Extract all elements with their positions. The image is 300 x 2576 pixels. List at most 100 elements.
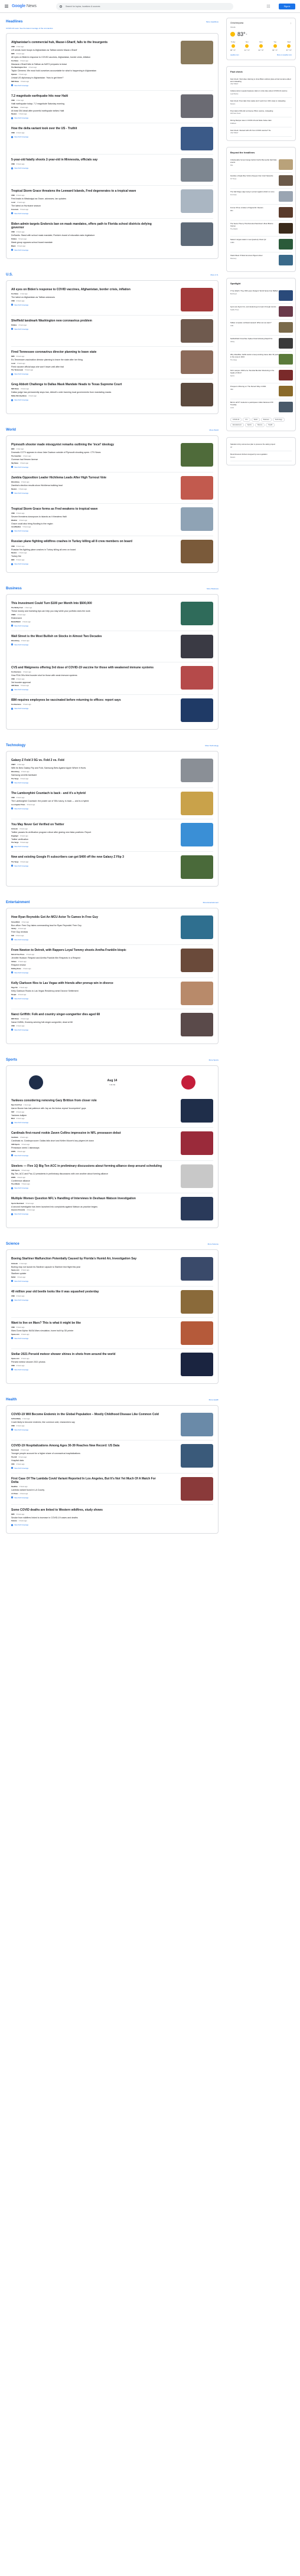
sub-source[interactable]: The Guardian: [11, 455, 21, 457]
sub-headline[interactable]: Ex-Tennessee vaccination director planni…: [11, 359, 164, 362]
game-score-card[interactable]: Aug 14 7:05 PM: [11, 1069, 213, 1095]
story-source[interactable]: Gizmodo: [11, 1263, 18, 1265]
story-thumbnail[interactable]: [181, 634, 213, 658]
topic-chip[interactable]: Sports: [244, 423, 254, 428]
sub-source[interactable]: Science: [11, 1520, 17, 1522]
section-title[interactable]: Business: [6, 587, 22, 590]
sub-source[interactable]: NY Times: [11, 107, 18, 109]
story-thumbnail[interactable]: [181, 948, 213, 972]
story-headline[interactable]: Stellar 2021 Perseid meteor shower shine…: [11, 1353, 164, 1356]
side-list-item[interactable]: The Salt Stage edge trying to protect ag…: [230, 189, 293, 205]
side-item-title[interactable]: Bid for all 577 students to participate …: [230, 401, 279, 406]
story-headline[interactable]: New and existing Google Fi subscribers c…: [11, 855, 164, 859]
side-list-item[interactable]: Former Prime minister of Nigeria Mr. Reu…: [230, 205, 293, 221]
story-source[interactable]: ScreenRant: [11, 921, 19, 923]
menu-icon[interactable]: [5, 5, 8, 8]
full-coverage-link[interactable]: View Full Coverage: [11, 304, 164, 306]
sub-headline[interactable]: US sends more troops to Afghanistan as T…: [11, 49, 164, 52]
side-item-title[interactable]: Nation's largest deals in new Quarterly …: [230, 239, 279, 241]
full-coverage-link[interactable]: View Full Coverage: [11, 938, 164, 941]
side-item-title[interactable]: Shark Week: 8 Most ferocious Pigeons Eve…: [230, 255, 279, 257]
story-thumbnail[interactable]: [181, 602, 213, 626]
sub-source[interactable]: CNN: [11, 1425, 15, 1427]
story-source[interactable]: CNN: [11, 546, 15, 547]
side-item-thumbnail[interactable]: [279, 402, 293, 413]
topic-chip[interactable]: Technology: [272, 418, 285, 422]
more-link[interactable]: More Technology: [205, 744, 219, 747]
story-headline[interactable]: COVID-19 Will Become Endemic in the Glob…: [11, 1413, 164, 1416]
story-thumbnail[interactable]: [181, 158, 213, 182]
sub-source[interactable]: The Athletic: [11, 1183, 20, 1185]
full-coverage-link[interactable]: View Full Coverage: [11, 117, 164, 119]
side-list-item[interactable]: Salvation Army announces plan to preserv…: [230, 441, 292, 451]
sub-source[interactable]: The Hill: [11, 1456, 17, 1458]
full-coverage-link[interactable]: View Full Coverage: [11, 136, 164, 138]
story-headline[interactable]: Fired Tennessee coronavirus director pla…: [11, 350, 164, 354]
side-item-title[interactable]: Gyms are big for fun, and students get t…: [230, 306, 279, 309]
sub-source[interactable]: Local: [11, 202, 15, 204]
sub-headline[interactable]: Samsung unveils hardware: [11, 774, 164, 777]
side-item-title[interactable]: Unbelievable human beings behind Utah's …: [230, 159, 279, 163]
topic-chip[interactable]: COVID-19: [230, 418, 242, 422]
side-list-item[interactable]: The Secret Theory That Decoded Sandman's…: [230, 221, 293, 237]
sub-source[interactable]: CBS Sports: [11, 1144, 19, 1146]
story-headline[interactable]: Sheffield landmark Washington new corona…: [11, 319, 164, 323]
sub-source[interactable]: Bloomberg: [11, 771, 19, 773]
sub-source[interactable]: Reuters: [11, 113, 17, 115]
sub-headline[interactable]: Cardinals vs. Cowboys score: Dallas fall…: [11, 1140, 164, 1143]
sub-headline[interactable]: These money and investing tips can help …: [11, 610, 164, 613]
story-headline[interactable]: Tropical Storm Grace threatens the Leewa…: [11, 189, 164, 193]
section-title[interactable]: Technology: [6, 744, 25, 747]
story-headline[interactable]: How Ryan Reynolds Got An MCU Actor To Ca…: [11, 915, 164, 919]
sub-headline[interactable]: Turkey fire: [11, 555, 164, 558]
story-source[interactable]: NPR: [11, 356, 14, 357]
sub-source[interactable]: CNBC: [11, 614, 16, 616]
full-coverage-link[interactable]: View Full Coverage: [11, 972, 164, 974]
story-headline[interactable]: Multiple Women Question NFL's Handling o…: [11, 1197, 164, 1200]
story-headline[interactable]: Want to live on Mars? This is what it mi…: [11, 1321, 164, 1325]
full-coverage-link[interactable]: View Full Coverage: [11, 84, 164, 87]
story-thumbnail[interactable]: [181, 41, 213, 64]
story-thumbnail[interactable]: [181, 1443, 213, 1468]
story-thumbnail[interactable]: [181, 189, 213, 214]
story-source[interactable]: Newsweek: [11, 1449, 19, 1451]
search-bar[interactable]: Search for topics, locations & sources: [56, 3, 233, 10]
sign-in-button[interactable]: Sign in: [279, 4, 295, 9]
side-item-title[interactable]: Former Prime minister of Nigeria Mr. Reu…: [230, 207, 279, 209]
more-link[interactable]: More Health: [209, 1399, 219, 1401]
search-icon[interactable]: [60, 5, 62, 8]
full-coverage-link[interactable]: View Full Coverage: [11, 1121, 164, 1124]
sub-source[interactable]: Politico: [11, 238, 17, 240]
side-item-title[interactable]: Dining lifestyle rules in COVID-19 and D…: [230, 119, 292, 122]
sub-headline[interactable]: Untold US diplomacy in Afghanistan: 'How…: [11, 77, 164, 80]
story-source[interactable]: Detroit Free Press: [11, 954, 24, 956]
side-list-item[interactable]: Unbelievable human beings behind Utah's …: [230, 157, 293, 173]
full-coverage-link[interactable]: View Full Coverage: [11, 1337, 164, 1340]
full-coverage-link[interactable]: View Full Coverage: [11, 563, 164, 565]
sub-headline[interactable]: Conference alliance: [11, 1180, 164, 1183]
story-headline[interactable]: Afghanistan's commercial hub, Mazar-i-Sh…: [11, 41, 164, 44]
story-source[interactable]: Fox News: [11, 293, 18, 295]
side-list-item[interactable]: Families of High-Rise Victims Deepen the…: [230, 173, 293, 189]
side-item-thumbnail[interactable]: [279, 322, 293, 333]
sub-source[interactable]: MarketWatch: [11, 621, 21, 623]
side-item-title[interactable]: NCC campus: Will he be 'Stumble Bumble' …: [230, 369, 279, 374]
full-coverage-link[interactable]: View Full Coverage: [11, 1497, 164, 1499]
full-coverage-link[interactable]: View Full Coverage: [11, 1429, 164, 1431]
full-coverage-link[interactable]: View Full Coverage: [11, 845, 164, 848]
more-link[interactable]: More Sports: [209, 1059, 219, 1061]
section-title[interactable]: U.S.: [6, 273, 13, 277]
story-headline[interactable]: Tropical Storm Grace forms as Fred weake…: [11, 507, 164, 511]
topic-chip[interactable]: Business: [260, 418, 272, 422]
side-item-title[interactable]: The Salt Stage edge trying to protect ag…: [230, 191, 279, 193]
sub-source[interactable]: Reuters: [11, 552, 17, 554]
side-list-item[interactable]: Prospect of Moving on 'The Stoned' Way o…: [230, 383, 293, 400]
full-coverage-link[interactable]: View Full Coverage: [11, 688, 164, 691]
side-item-thumbnail[interactable]: [279, 239, 293, 250]
story-source[interactable]: CNN: [11, 231, 15, 233]
story-headline[interactable]: COVID-19 Hospitalizations Among Ages 30-…: [11, 1444, 164, 1448]
story-headline[interactable]: 5-year-old fatally shoots 2-year-old in …: [11, 158, 164, 162]
sub-headline[interactable]: Taylor Clemens: We must hold ourselves a…: [11, 70, 164, 73]
story-source[interactable]: Deadline: [11, 1486, 18, 1488]
story-thumbnail[interactable]: [181, 855, 213, 880]
